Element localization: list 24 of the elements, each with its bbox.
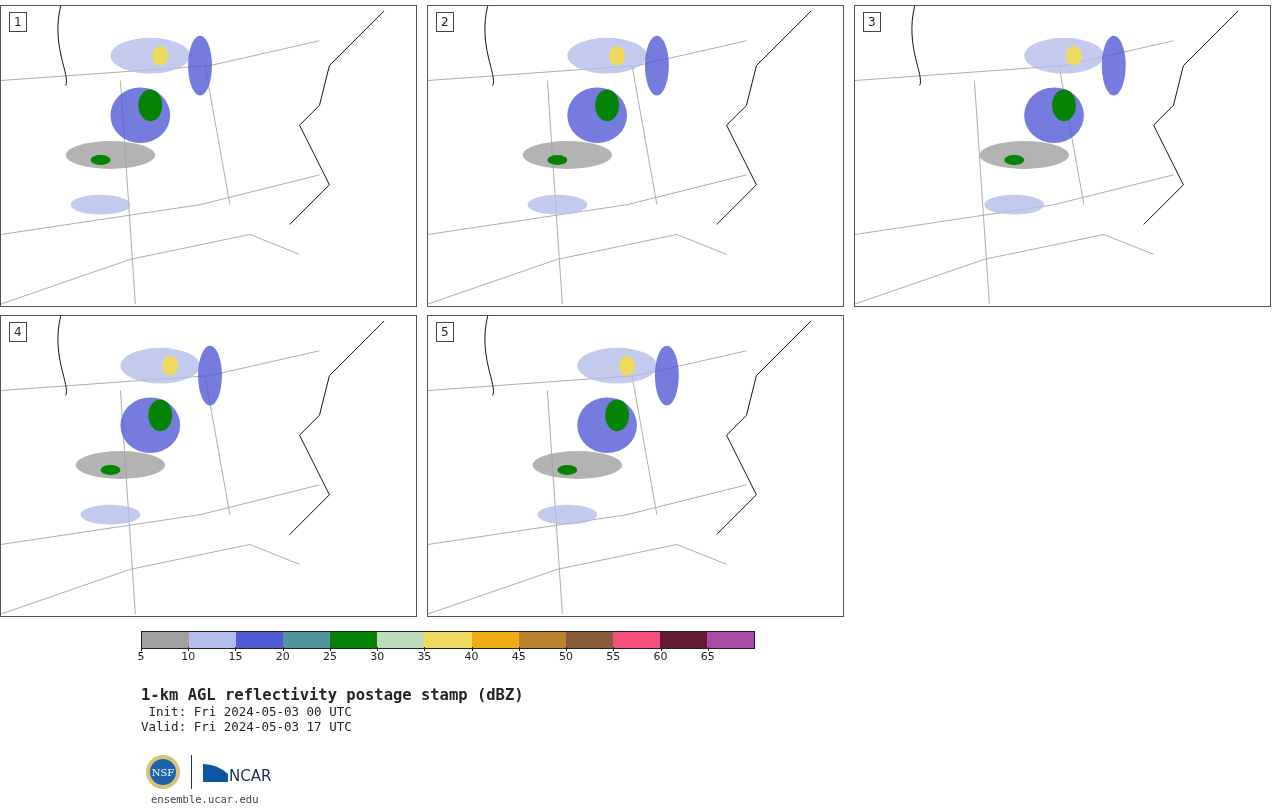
- tick-label: 65: [700, 650, 715, 663]
- tick-label: 10: [181, 650, 196, 663]
- panel-number: 2: [436, 12, 454, 32]
- tick-label: 50: [559, 650, 574, 663]
- tick-label: 20: [275, 650, 290, 663]
- plot-title: 1-km AGL reflectivity postage stamp (dBZ): [141, 686, 525, 704]
- panel-number: 3: [863, 12, 881, 32]
- tick-label: 45: [511, 650, 526, 663]
- tick-label: 40: [464, 650, 479, 663]
- tick-label: 35: [417, 650, 432, 663]
- site-url: ensemble.ucar.edu: [151, 792, 260, 807]
- panel-number: 1: [9, 12, 27, 32]
- panel-number: 4: [9, 322, 27, 342]
- panel-number: 5: [436, 322, 454, 342]
- tick-label: 55: [606, 650, 621, 663]
- tick-label: 30: [370, 650, 385, 663]
- tick-label: 60: [653, 650, 668, 663]
- tick-label: 5: [137, 650, 145, 663]
- tick-label: 15: [228, 650, 243, 663]
- valid-time: Valid: Fri 2024-05-03 17 UTC: [141, 719, 353, 734]
- nsf-logo: NSF: [145, 754, 181, 790]
- tick-label: 25: [322, 650, 337, 663]
- ncar-logo: NCAR: [202, 760, 276, 784]
- init-time: Init: Fri 2024-05-03 00 UTC: [147, 704, 353, 719]
